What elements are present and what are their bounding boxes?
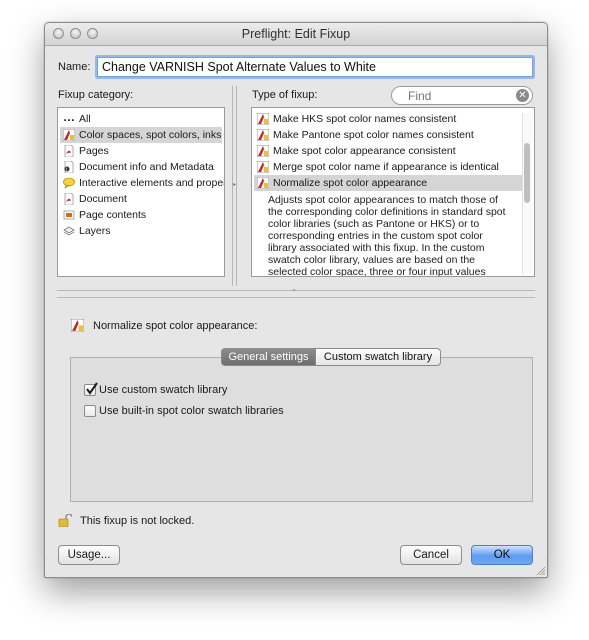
layers-icon [63, 226, 75, 236]
category-item-interactive[interactable]: Interactive elements and properties [60, 175, 224, 191]
document-info-icon: i [64, 161, 74, 173]
edit-fixup-dialog: Preflight: Edit Fixup Name: Change VARNI… [44, 22, 548, 578]
dots-icon: … [63, 110, 75, 124]
page-contents-icon [63, 210, 75, 220]
clear-search-icon[interactable]: ✕ [516, 89, 529, 102]
settings-panel [70, 357, 533, 502]
fixup-item-pantone-consistent[interactable]: Make Pantone spot color names consistent [254, 127, 522, 143]
name-field[interactable]: Change VARNISH Spot Alternate Values to … [97, 57, 533, 77]
resize-grip-icon[interactable] [535, 565, 545, 575]
color-spaces-icon [257, 129, 269, 141]
tab-general-settings[interactable]: General settings [221, 348, 316, 366]
fixup-item-hks-consistent[interactable]: Make HKS spot color names consistent [254, 111, 522, 127]
type-of-fixup-list[interactable]: Make HKS spot color names consistent Mak… [251, 107, 535, 277]
cancel-button[interactable]: Cancel [400, 545, 462, 565]
svg-text:i: i [66, 167, 67, 173]
title-bar: Preflight: Edit Fixup [45, 23, 547, 46]
pdf-icon [64, 145, 74, 157]
splitter-grip-icon: ⌃ [291, 289, 297, 296]
vertical-splitter[interactable]: ▸ [231, 86, 239, 286]
pdf-icon [64, 193, 74, 205]
color-spaces-icon [71, 319, 84, 332]
fixup-item-merge-spot-name[interactable]: Merge spot color name if appearance is i… [254, 159, 522, 175]
fixup-list-scrollbar[interactable] [522, 113, 532, 274]
scrollbar-thumb[interactable] [524, 143, 530, 203]
use-builtin-swatch-checkbox[interactable] [84, 405, 96, 417]
category-item-pages[interactable]: Pages [60, 143, 222, 159]
category-item-layers[interactable]: Layers [60, 223, 222, 239]
category-item-document-info[interactable]: i Document info and Metadata [60, 159, 222, 175]
use-custom-swatch-label: Use custom swatch library [99, 384, 228, 396]
color-spaces-icon [63, 129, 75, 141]
find-input[interactable] [408, 88, 508, 103]
color-spaces-icon [257, 145, 269, 157]
fixup-item-appearance-consistent[interactable]: Make spot color appearance consistent [254, 143, 522, 159]
window-title: Preflight: Edit Fixup [241, 27, 351, 41]
unlocked-padlock-icon[interactable] [58, 514, 72, 527]
tab-custom-swatch-library[interactable]: Custom swatch library [316, 348, 441, 366]
usage-button[interactable]: Usage... [58, 545, 120, 565]
ok-button[interactable]: OK [471, 545, 533, 565]
fixup-item-normalize-appearance[interactable]: Normalize spot color appearance [254, 175, 522, 191]
color-spaces-icon [257, 177, 269, 189]
name-label: Name: [58, 61, 91, 73]
fixup-description: Adjusts spot color appearances to match … [268, 194, 506, 277]
category-item-document[interactable]: Document [60, 191, 222, 207]
color-spaces-icon [257, 113, 269, 125]
checkmark-icon [86, 382, 98, 395]
category-item-all[interactable]: … All [60, 111, 222, 127]
fixup-category-list[interactable]: … All Color spaces, spot colors, inks Pa… [57, 107, 225, 277]
lock-status-text: This fixup is not locked. [80, 515, 195, 527]
horizontal-splitter[interactable]: ⌃ [57, 289, 535, 298]
category-item-color-spaces[interactable]: Color spaces, spot colors, inks [60, 127, 222, 143]
interactive-icon [63, 177, 75, 189]
category-item-page-contents[interactable]: Page contents [60, 207, 222, 223]
type-of-fixup-label: Type of fixup: [252, 89, 318, 101]
splitter-grip-icon: ▸ [233, 182, 237, 188]
use-custom-swatch-checkbox[interactable] [84, 382, 98, 396]
find-search-field[interactable]: ✕ [391, 86, 533, 105]
use-builtin-swatch-label: Use built-in spot color swatch libraries [99, 405, 284, 417]
fixup-category-label: Fixup category: [58, 89, 134, 101]
color-spaces-icon [257, 161, 269, 173]
settings-heading: Normalize spot color appearance: [93, 320, 258, 332]
